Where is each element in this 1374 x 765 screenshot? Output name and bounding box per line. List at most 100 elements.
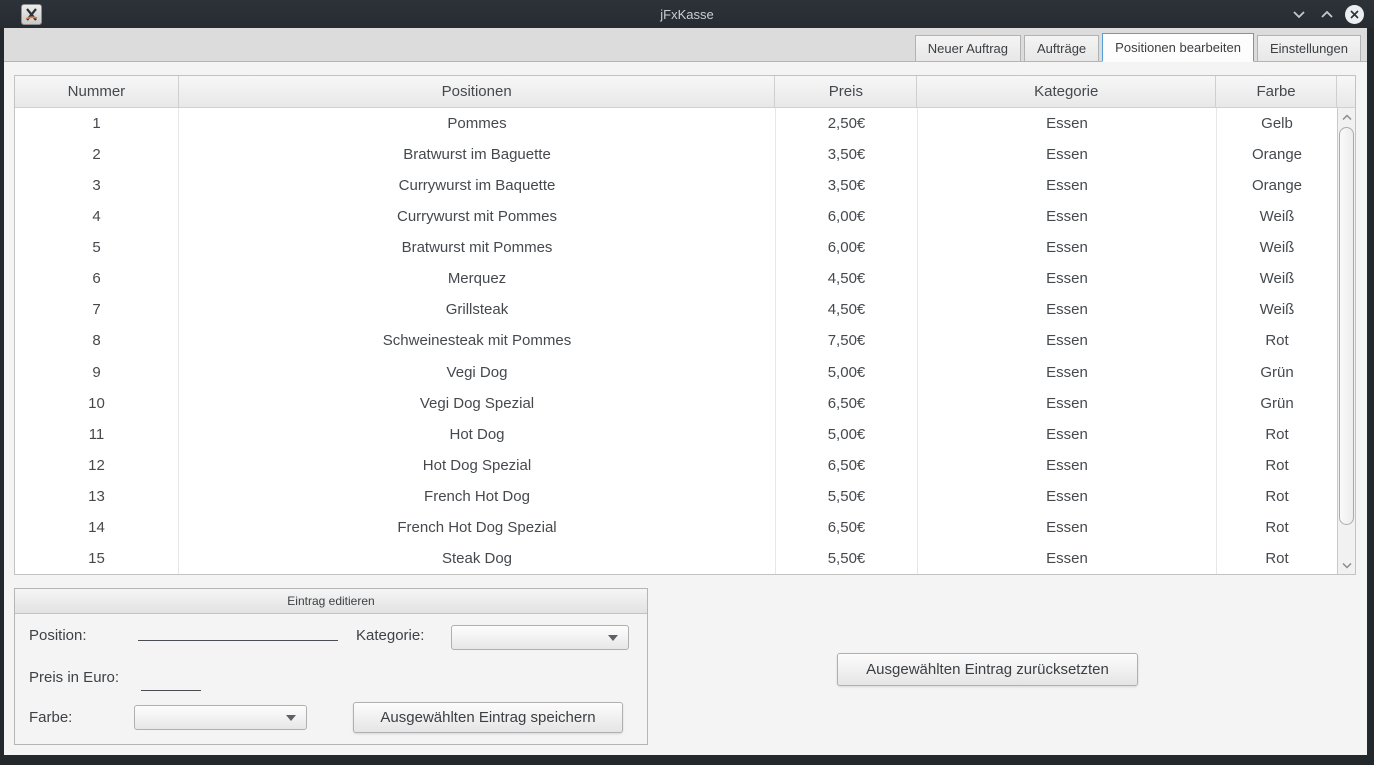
cell-position: Bratwurst im Baguette <box>179 139 776 170</box>
titlebar: jFxKasse <box>0 0 1374 28</box>
cell-farbe: Rot <box>1217 543 1338 574</box>
cell-position: Vegi Dog Spezial <box>179 388 776 419</box>
edit-entry-panel-header[interactable]: Eintrag editieren <box>15 589 647 614</box>
cell-kategorie: Essen <box>918 232 1217 263</box>
cell-preis: 6,00€ <box>776 201 918 232</box>
minimize-chevron-down-icon[interactable] <box>1289 5 1308 24</box>
positions-table: Nummer Positionen Preis Kategorie Farbe … <box>14 75 1356 575</box>
cell-kategorie: Essen <box>918 481 1217 512</box>
cell-preis: 7,50€ <box>776 325 918 356</box>
preis-label: Preis in Euro: <box>29 669 119 686</box>
table-row[interactable]: 12 Hot Dog Spezial 6,50€ Essen Rot <box>15 450 1355 481</box>
cell-preis: 6,50€ <box>776 450 918 481</box>
cell-preis: 5,00€ <box>776 419 918 450</box>
cell-nummer: 1 <box>15 108 179 139</box>
column-header-preis[interactable]: Preis <box>775 76 917 107</box>
cell-nummer: 5 <box>15 232 179 263</box>
cell-kategorie: Essen <box>918 357 1217 388</box>
cell-nummer: 12 <box>15 450 179 481</box>
cell-nummer: 4 <box>15 201 179 232</box>
table-row[interactable]: 7 Grillsteak 4,50€ Essen Weiß <box>15 294 1355 325</box>
tab-einstellungen[interactable]: Einstellungen <box>1257 35 1361 62</box>
cell-preis: 6,50€ <box>776 512 918 543</box>
scrollbar-down-chevron-icon[interactable] <box>1338 556 1355 574</box>
cell-preis: 4,50€ <box>776 294 918 325</box>
cell-preis: 4,50€ <box>776 263 918 294</box>
table-row[interactable]: 2 Bratwurst im Baguette 3,50€ Essen Oran… <box>15 139 1355 170</box>
table-row[interactable]: 9 Vegi Dog 5,00€ Essen Grün <box>15 357 1355 388</box>
column-header-positionen[interactable]: Positionen <box>179 76 776 107</box>
scrollbar-up-chevron-icon[interactable] <box>1338 108 1355 126</box>
cell-farbe: Grün <box>1217 388 1338 419</box>
cell-kategorie: Essen <box>918 201 1217 232</box>
column-header-nummer[interactable]: Nummer <box>15 76 179 107</box>
vertical-scrollbar[interactable] <box>1337 108 1355 574</box>
cell-farbe: Orange <box>1217 139 1338 170</box>
kategorie-combobox[interactable] <box>451 625 629 650</box>
cell-position: Currywurst mit Pommes <box>179 201 776 232</box>
tab-bar: Neuer Auftrag Aufträge Positionen bearbe… <box>4 28 1367 62</box>
cell-kategorie: Essen <box>918 263 1217 294</box>
position-label: Position: <box>29 627 87 644</box>
table-row[interactable]: 13 French Hot Dog 5,50€ Essen Rot <box>15 481 1355 512</box>
app-window: jFxKasse Neuer Auftrag Aufträge Position… <box>0 0 1374 765</box>
cell-farbe: Rot <box>1217 481 1338 512</box>
cell-kategorie: Essen <box>918 108 1217 139</box>
position-input[interactable] <box>138 621 338 641</box>
cell-preis: 5,50€ <box>776 543 918 574</box>
cell-position: Schweinesteak mit Pommes <box>179 325 776 356</box>
cell-position: Grillsteak <box>179 294 776 325</box>
cell-position: Hot Dog <box>179 419 776 450</box>
dropdown-arrow-icon <box>286 715 296 721</box>
tab-auftraege[interactable]: Aufträge <box>1024 35 1099 62</box>
cell-kategorie: Essen <box>918 388 1217 419</box>
cell-kategorie: Essen <box>918 170 1217 201</box>
kategorie-label: Kategorie: <box>356 627 424 644</box>
table-row[interactable]: 6 Merquez 4,50€ Essen Weiß <box>15 263 1355 294</box>
farbe-label: Farbe: <box>29 709 72 726</box>
table-body: 1 Pommes 2,50€ Essen Gelb 2 Bratwurst im… <box>15 108 1355 574</box>
cell-nummer: 11 <box>15 419 179 450</box>
reset-entry-button[interactable]: Ausgewählten Eintrag zurücksetzten <box>837 653 1138 686</box>
preis-input[interactable] <box>141 673 201 691</box>
app-window-icon[interactable] <box>21 4 42 25</box>
cell-preis: 6,50€ <box>776 388 918 419</box>
table-row[interactable]: 11 Hot Dog 5,00€ Essen Rot <box>15 419 1355 450</box>
table-row[interactable]: 15 Steak Dog 5,50€ Essen Rot <box>15 543 1355 574</box>
cell-farbe: Rot <box>1217 419 1338 450</box>
cell-nummer: 13 <box>15 481 179 512</box>
x-glyph-icon <box>25 8 38 21</box>
scrollbar-thumb[interactable] <box>1339 127 1354 525</box>
cell-farbe: Rot <box>1217 512 1338 543</box>
cell-position: Vegi Dog <box>179 357 776 388</box>
table-row[interactable]: 1 Pommes 2,50€ Essen Gelb <box>15 108 1355 139</box>
table-row[interactable]: 8 Schweinesteak mit Pommes 7,50€ Essen R… <box>15 325 1355 356</box>
cell-nummer: 10 <box>15 388 179 419</box>
cell-nummer: 7 <box>15 294 179 325</box>
cell-nummer: 9 <box>15 357 179 388</box>
save-entry-button[interactable]: Ausgewählten Eintrag speichern <box>353 702 623 733</box>
table-row[interactable]: 5 Bratwurst mit Pommes 6,00€ Essen Weiß <box>15 232 1355 263</box>
table-header-row: Nummer Positionen Preis Kategorie Farbe <box>15 76 1355 108</box>
maximize-chevron-up-icon[interactable] <box>1317 5 1336 24</box>
cell-preis: 3,50€ <box>776 170 918 201</box>
cell-kategorie: Essen <box>918 512 1217 543</box>
cell-position: Hot Dog Spezial <box>179 450 776 481</box>
cell-position: Bratwurst mit Pommes <box>179 232 776 263</box>
table-row[interactable]: 3 Currywurst im Baquette 3,50€ Essen Ora… <box>15 170 1355 201</box>
column-header-farbe[interactable]: Farbe <box>1216 76 1337 107</box>
column-header-kategorie[interactable]: Kategorie <box>917 76 1216 107</box>
table-row[interactable]: 14 French Hot Dog Spezial 6,50€ Essen Ro… <box>15 512 1355 543</box>
tab-neuer-auftrag[interactable]: Neuer Auftrag <box>915 35 1021 62</box>
window-controls <box>1289 0 1364 28</box>
farbe-combobox[interactable] <box>134 705 307 730</box>
cell-farbe: Weiß <box>1217 201 1338 232</box>
close-icon[interactable] <box>1345 5 1364 24</box>
edit-entry-panel: Eintrag editieren Position: Kategorie: P… <box>14 588 648 745</box>
table-row[interactable]: 10 Vegi Dog Spezial 6,50€ Essen Grün <box>15 388 1355 419</box>
cell-nummer: 8 <box>15 325 179 356</box>
cell-position: Steak Dog <box>179 543 776 574</box>
header-scrollbar-corner <box>1337 76 1355 107</box>
table-row[interactable]: 4 Currywurst mit Pommes 6,00€ Essen Weiß <box>15 201 1355 232</box>
tab-positionen-bearbeiten[interactable]: Positionen bearbeiten <box>1102 33 1254 62</box>
